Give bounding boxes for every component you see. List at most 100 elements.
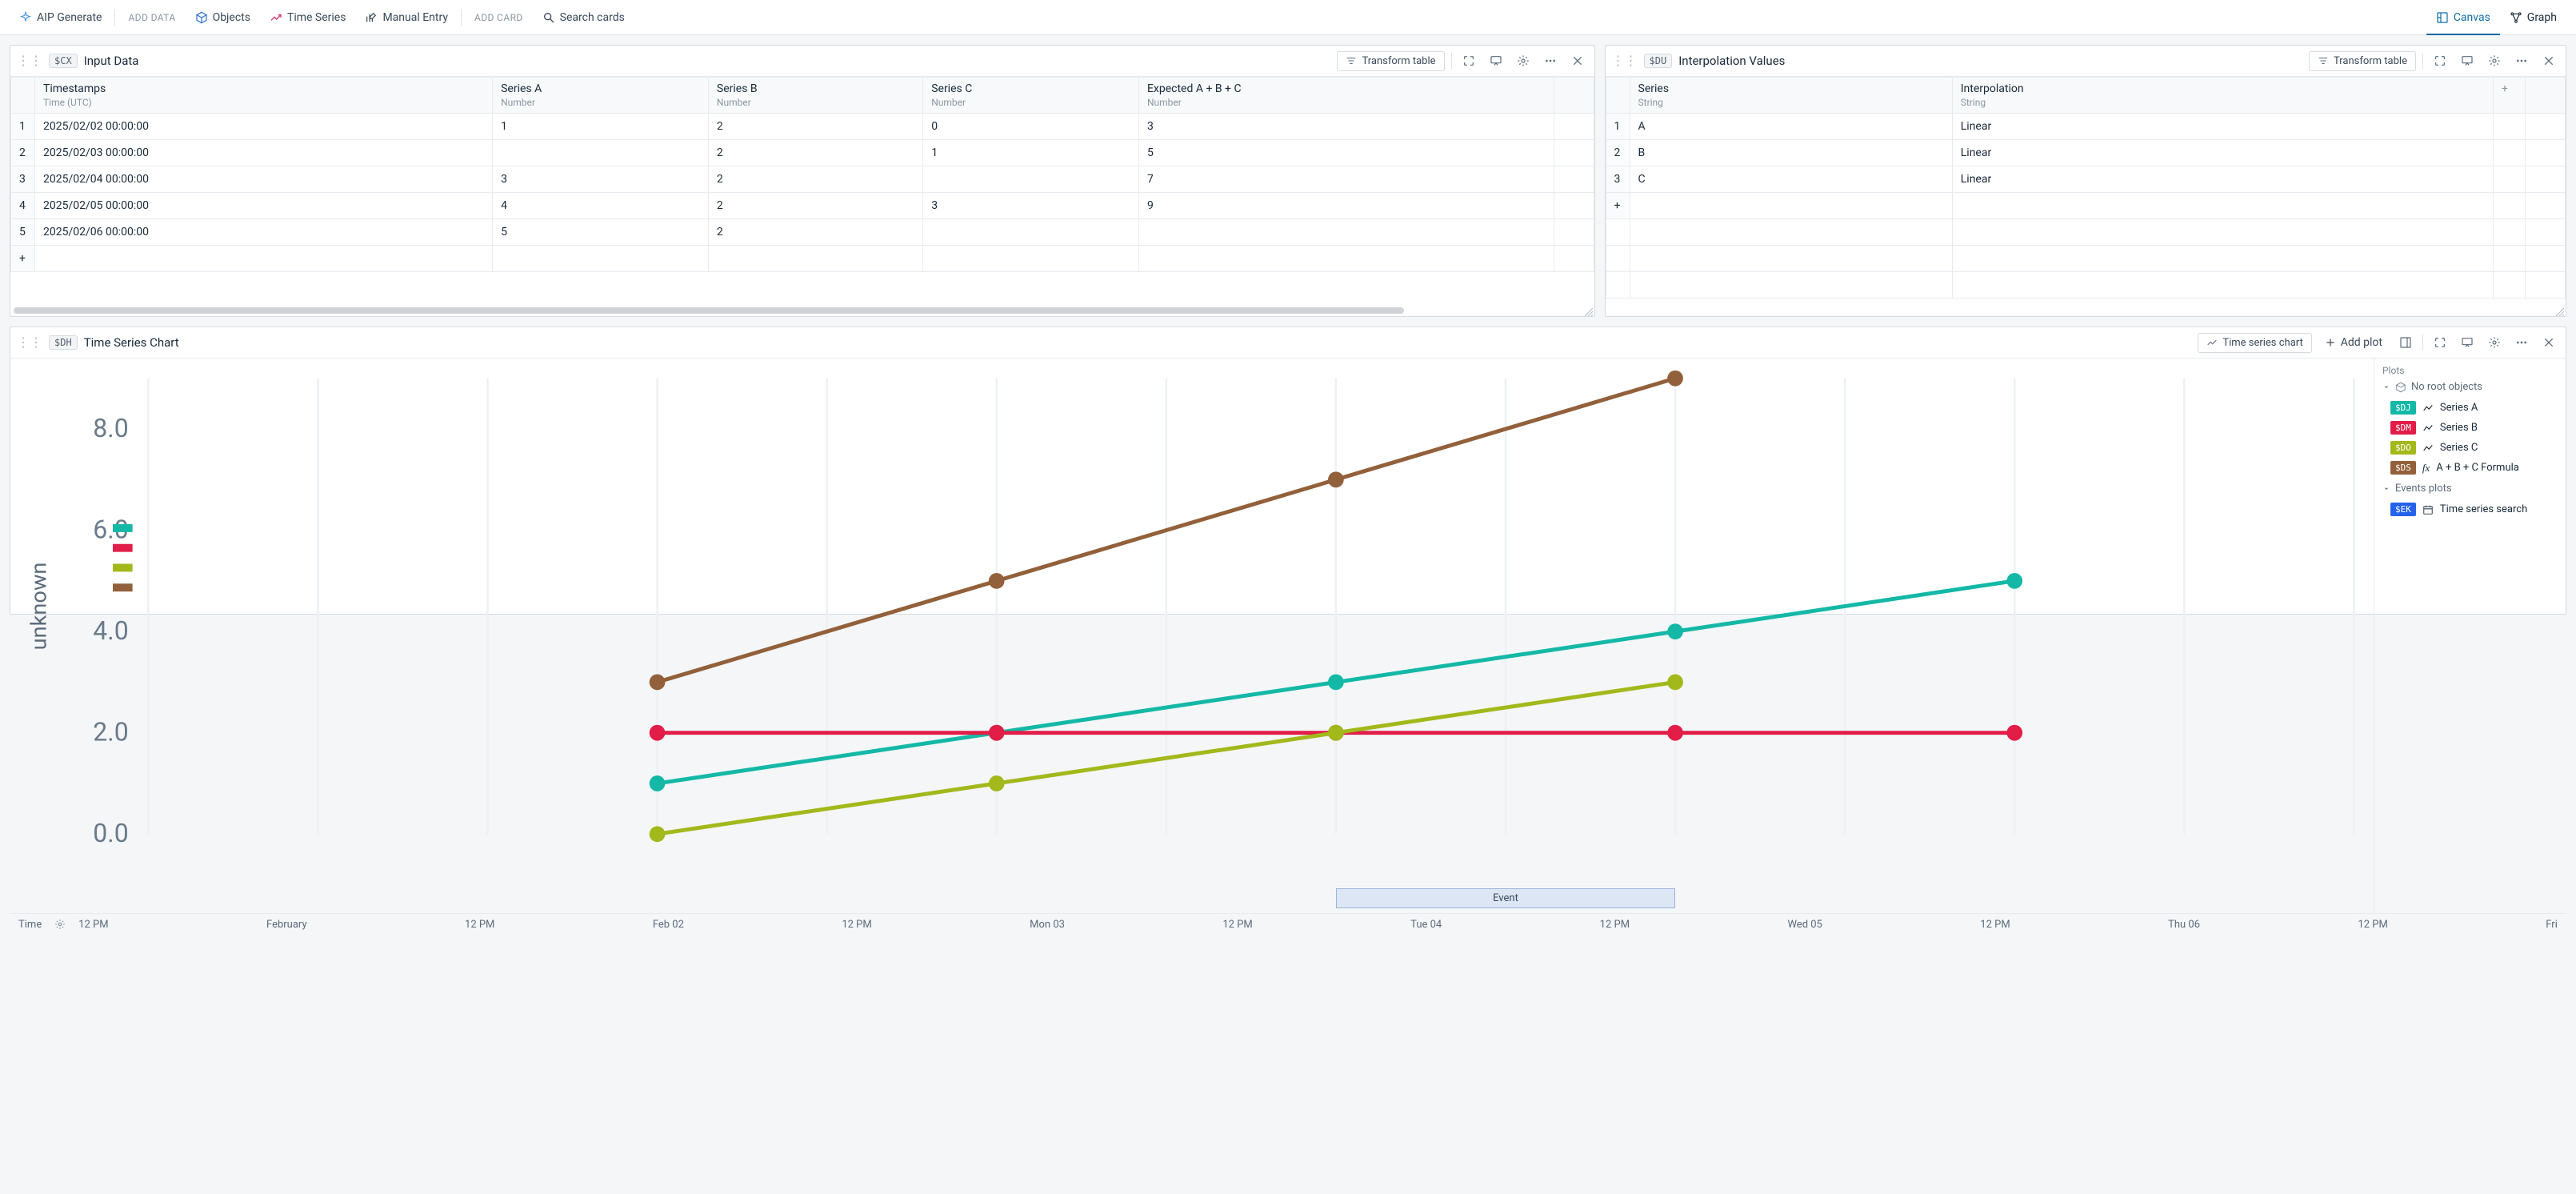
more-icon[interactable]	[2511, 332, 2532, 353]
cell[interactable]: Linear	[1952, 114, 2493, 140]
close-icon[interactable]	[2538, 50, 2559, 71]
cell[interactable]: 2	[708, 114, 922, 140]
cell[interactable]: 2025/02/03 00:00:00	[35, 140, 493, 166]
table-row[interactable]: 22025/02/03 00:00:00215	[11, 140, 1594, 166]
plot-legend-item[interactable]: $DMSeries B	[2382, 418, 2558, 438]
cell[interactable]: A	[1630, 114, 1952, 140]
table-row[interactable]: 52025/02/06 00:00:0052	[11, 219, 1594, 246]
no-root-objects-group[interactable]: No root objects	[2382, 381, 2558, 393]
time-series-button[interactable]: Time Series	[260, 6, 355, 29]
transform-label: Transform table	[2334, 55, 2407, 67]
cell[interactable]: 2	[708, 219, 922, 246]
drag-handle-icon[interactable]: ⋮⋮	[1612, 54, 1638, 67]
add-row-button[interactable]: +	[1606, 193, 1630, 219]
interpolation-card: ⋮⋮ $DU Interpolation Values Transform ta…	[1605, 45, 2566, 317]
canvas-view-toggle[interactable]: Canvas	[2426, 0, 2500, 35]
transform-table-button[interactable]: Transform table	[1337, 51, 1444, 71]
cell[interactable]: 2025/02/02 00:00:00	[35, 114, 493, 140]
more-icon[interactable]	[2511, 50, 2532, 71]
close-icon[interactable]	[2538, 332, 2559, 353]
add-row-button[interactable]: +	[11, 246, 35, 272]
present-icon[interactable]	[1486, 50, 1506, 71]
gear-icon[interactable]	[2484, 50, 2505, 71]
column-header[interactable]: Series ANumber	[493, 78, 709, 114]
cell[interactable]: C	[1630, 166, 1952, 193]
transform-table-button[interactable]: Transform table	[2309, 51, 2416, 71]
cell[interactable]: B	[1630, 140, 1952, 166]
gear-icon[interactable]	[2484, 332, 2505, 353]
drag-handle-icon[interactable]: ⋮⋮	[17, 54, 42, 67]
more-icon[interactable]	[1540, 50, 1561, 71]
present-icon[interactable]	[2457, 50, 2478, 71]
event-marker[interactable]: Event	[1336, 888, 1675, 908]
horizontal-scrollbar[interactable]	[14, 307, 1404, 314]
resize-handle-icon[interactable]	[1585, 307, 1593, 315]
table-row[interactable]: 12025/02/02 00:00:001203	[11, 114, 1594, 140]
close-icon[interactable]	[1567, 50, 1588, 71]
plot-legend-item[interactable]: $DJSeries A	[2382, 398, 2558, 418]
cell[interactable]: 3	[923, 193, 1139, 219]
expand-icon[interactable]	[2430, 332, 2450, 353]
chart-area[interactable]: 0.02.04.06.08.0unknown Event	[10, 359, 2374, 913]
cell[interactable]: 5	[1138, 140, 1554, 166]
expand-icon[interactable]	[2430, 50, 2450, 71]
chart-type-button[interactable]: Time series chart	[2198, 333, 2311, 353]
cell[interactable]: 7	[1138, 166, 1554, 193]
cell[interactable]: 3	[493, 166, 709, 193]
cell[interactable]: 2	[708, 193, 922, 219]
cell[interactable]: 4	[493, 193, 709, 219]
panel-toggle-icon[interactable]	[2395, 332, 2416, 353]
cell[interactable]: Linear	[1952, 166, 2493, 193]
table-row[interactable]: 42025/02/05 00:00:004239	[11, 193, 1594, 219]
add-plot-button[interactable]: Add plot	[2318, 333, 2389, 352]
table-row[interactable]: 32025/02/04 00:00:00327	[11, 166, 1594, 193]
cell[interactable]: 2025/02/05 00:00:00	[35, 193, 493, 219]
column-header[interactable]: Series BNumber	[708, 78, 922, 114]
column-header[interactable]: Series CNumber	[923, 78, 1139, 114]
drag-handle-icon[interactable]: ⋮⋮	[17, 336, 42, 349]
table-row[interactable]: 1ALinear	[1606, 114, 2565, 140]
gear-icon[interactable]	[53, 917, 67, 932]
present-icon[interactable]	[2457, 332, 2478, 353]
aip-generate-button[interactable]: AIP Generate	[10, 6, 111, 29]
cell[interactable]: 2025/02/04 00:00:00	[35, 166, 493, 193]
expand-icon[interactable]	[1458, 50, 1479, 71]
graph-view-toggle[interactable]: Graph	[2500, 6, 2566, 29]
cell[interactable]	[493, 140, 709, 166]
cell[interactable]	[923, 166, 1139, 193]
plot-legend-item[interactable]: $DOSeries C	[2382, 438, 2558, 458]
table-row[interactable]: 2BLinear	[1606, 140, 2565, 166]
cell[interactable]: 0	[923, 114, 1139, 140]
column-header[interactable]: SeriesString	[1630, 78, 1952, 114]
chevron-down-icon	[2382, 485, 2390, 493]
events-plots-group[interactable]: Events plots	[2382, 483, 2558, 495]
column-header[interactable]: InterpolationString	[1952, 78, 2493, 114]
cell[interactable]	[923, 219, 1139, 246]
cell[interactable]: 1	[923, 140, 1139, 166]
objects-button[interactable]: Objects	[186, 6, 260, 29]
cell[interactable]: 2	[708, 140, 922, 166]
time-axis: Time 12 PMFebruary12 PMFeb 0212 PMMon 03…	[10, 913, 2566, 935]
cell[interactable]: 2025/02/06 00:00:00	[35, 219, 493, 246]
resize-handle-icon[interactable]	[2556, 307, 2564, 315]
gear-icon[interactable]	[1513, 50, 1534, 71]
plot-legend-item[interactable]: $DSfxA + B + C Formula	[2382, 458, 2558, 478]
search-cards-button[interactable]: Search cards	[533, 6, 634, 29]
events-legend-item[interactable]: $EKTime series search	[2382, 499, 2558, 519]
column-header[interactable]: TimestampsTime (UTC)	[35, 78, 493, 114]
cell[interactable]: 1	[493, 114, 709, 140]
column-header[interactable]: Expected A + B + CNumber	[1138, 78, 1554, 114]
cell[interactable]	[1138, 219, 1554, 246]
canvas-label: Canvas	[2454, 11, 2490, 24]
add-row[interactable]: +	[1606, 193, 2565, 219]
plot-label: A + B + C Formula	[2436, 462, 2519, 474]
cell[interactable]: 5	[493, 219, 709, 246]
manual-entry-button[interactable]: Manual Entry	[355, 6, 458, 29]
add-row[interactable]: +	[11, 246, 1594, 272]
table-row[interactable]: 3CLinear	[1606, 166, 2565, 193]
cell[interactable]: 2	[708, 166, 922, 193]
cell[interactable]: Linear	[1952, 140, 2493, 166]
add-column-button[interactable]: +	[2494, 78, 2526, 114]
cell[interactable]: 9	[1138, 193, 1554, 219]
cell[interactable]: 3	[1138, 114, 1554, 140]
